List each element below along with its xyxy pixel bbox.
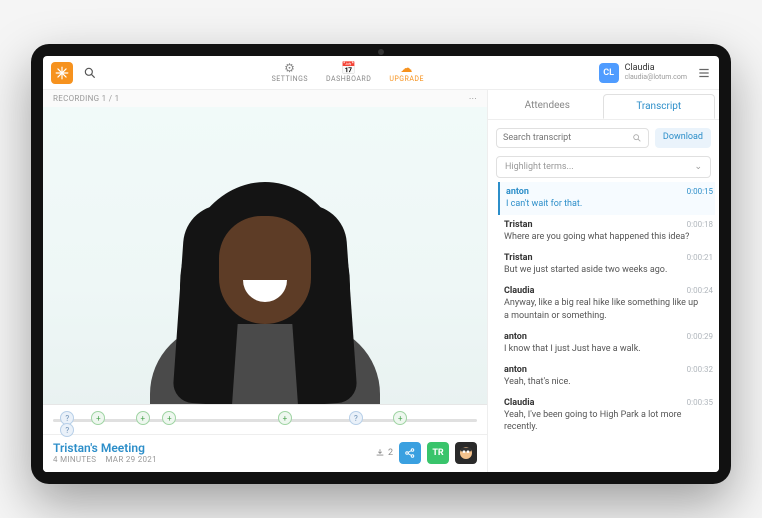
transcript-speaker: Claudia — [504, 398, 534, 408]
transcript-timestamp[interactable]: 0:00:21 — [687, 253, 713, 262]
video-pane: RECORDING 1 / 1 ⋯ ??++ — [43, 90, 487, 472]
user-chip[interactable]: CL Claudia claudia@lotum.com — [599, 63, 687, 83]
transcript-text: But we just started aside two weeks ago. — [504, 264, 713, 276]
transcript-timestamp[interactable]: 0:00:24 — [687, 286, 713, 295]
transcript-timestamp[interactable]: 0:00:32 — [687, 365, 713, 374]
search-small-icon — [632, 133, 642, 143]
meeting-title[interactable]: Tristan's Meeting — [53, 441, 157, 455]
timeline-highlight-marker[interactable]: + — [278, 411, 292, 425]
nav-label: UPGRADE — [389, 75, 424, 83]
transcript-speaker: Tristan — [504, 253, 532, 263]
highlight-terms-select[interactable]: Highlight terms... ⌄ — [496, 156, 711, 178]
transcript-timestamp[interactable]: 0:00:29 — [687, 332, 713, 341]
face-icon — [458, 445, 474, 461]
timeline-track — [53, 419, 477, 422]
transcript-entry[interactable]: Claudia 0:00:24 Anyway, like a big real hi… — [498, 281, 715, 326]
transcript-text: Yeah, I've been going to High Park a lot… — [504, 409, 713, 433]
nav-label: DASHBOARD — [326, 75, 371, 83]
transcript-list[interactable]: anton 0:00:15 I can't wait for that. Trista… — [488, 182, 719, 472]
transcript-timestamp[interactable]: 0:00:15 — [687, 187, 713, 196]
top-bar: ⚙ SETTINGS 📅 DASHBOARD ☁ UPGRADE CL Clau… — [43, 56, 719, 90]
timeline-highlight-marker[interactable]: + — [393, 411, 407, 425]
meeting-date: MAR 29 2021 — [105, 455, 156, 464]
transcript-entry[interactable]: Claudia 0:00:35 Yeah, I've been going to H… — [498, 393, 715, 438]
share-button[interactable] — [399, 442, 421, 464]
transcript-badge[interactable]: TR — [427, 442, 449, 464]
tab-attendees[interactable]: Attendees — [492, 94, 603, 119]
spark-icon — [55, 66, 69, 80]
transcript-entry[interactable]: anton 0:00:15 I can't wait for that. — [498, 182, 715, 215]
meeting-footer: Tristan's Meeting 4 MINUTES MAR 29 2021 … — [43, 434, 487, 472]
calendar-icon: 📅 — [341, 62, 356, 74]
timeline-highlight-marker[interactable]: + — [91, 411, 105, 425]
attendee-count[interactable]: 2 — [375, 448, 393, 458]
nav-label: SETTINGS — [272, 75, 308, 83]
avatar: CL — [599, 63, 619, 83]
transcript-text: I can't wait for that. — [506, 198, 713, 210]
search-transcript-box[interactable] — [496, 128, 649, 148]
chevron-down-icon: ⌄ — [694, 162, 702, 172]
timeline-highlight-marker[interactable]: + — [136, 411, 150, 425]
transcript-speaker: anton — [504, 365, 527, 375]
search-transcript-input[interactable] — [503, 133, 626, 143]
transcript-panel: Attendees Transcript Download Highlight … — [487, 90, 719, 472]
gear-icon: ⚙ — [284, 62, 295, 74]
timeline-highlight-marker[interactable]: + — [162, 411, 176, 425]
transcript-entry[interactable]: Tristan 0:00:18 Where are you going what h… — [498, 215, 715, 248]
menu-icon[interactable] — [697, 66, 711, 80]
recording-menu-icon[interactable]: ⋯ — [469, 94, 477, 103]
transcript-entry[interactable]: Tristan 0:00:21 But we just started aside … — [498, 248, 715, 281]
nav-center: ⚙ SETTINGS 📅 DASHBOARD ☁ UPGRADE — [272, 62, 424, 83]
nav-dashboard[interactable]: 📅 DASHBOARD — [326, 62, 371, 83]
transcript-speaker: Claudia — [504, 286, 534, 296]
transcript-speaker: Tristan — [504, 220, 532, 230]
timeline-question-marker[interactable]: ? — [349, 411, 363, 425]
transcript-entry[interactable]: anton 0:00:29 I know that I just Just have… — [498, 327, 715, 360]
video-player[interactable] — [43, 107, 487, 404]
meeting-duration: 4 MINUTES — [53, 455, 96, 464]
transcript-speaker: anton — [504, 332, 527, 342]
transcript-speaker: anton — [506, 187, 529, 197]
transcript-text: Yeah, that's nice. — [504, 376, 713, 388]
video-subject — [145, 174, 385, 404]
download-button[interactable]: Download — [655, 128, 711, 148]
transcript-timestamp[interactable]: 0:00:18 — [687, 220, 713, 229]
timeline[interactable]: ??++++?+ — [43, 404, 487, 434]
highlight-placeholder: Highlight terms... — [505, 162, 574, 172]
recording-indicator: RECORDING 1 / 1 — [53, 94, 119, 103]
nav-settings[interactable]: ⚙ SETTINGS — [272, 62, 308, 83]
share-icon — [404, 447, 416, 459]
transcript-text: Anyway, like a big real hike like someth… — [504, 297, 713, 321]
transcript-text: I know that I just Just have a walk. — [504, 343, 713, 355]
search-icon[interactable] — [83, 66, 97, 80]
tablet-camera — [378, 49, 384, 55]
nav-upgrade[interactable]: ☁ UPGRADE — [389, 62, 424, 83]
cloud-up-icon: ☁ — [400, 62, 413, 74]
transcript-entry[interactable]: anton 0:00:32 Yeah, that's nice. — [498, 360, 715, 393]
download-small-icon — [375, 448, 385, 458]
app-badge[interactable] — [455, 442, 477, 464]
transcript-timestamp[interactable]: 0:00:35 — [687, 398, 713, 407]
app-logo[interactable] — [51, 62, 73, 84]
tab-transcript[interactable]: Transcript — [603, 94, 716, 119]
user-email: claudia@lotum.com — [625, 74, 687, 82]
transcript-text: Where are you going what happened this i… — [504, 231, 713, 243]
attendee-number: 2 — [388, 448, 393, 458]
